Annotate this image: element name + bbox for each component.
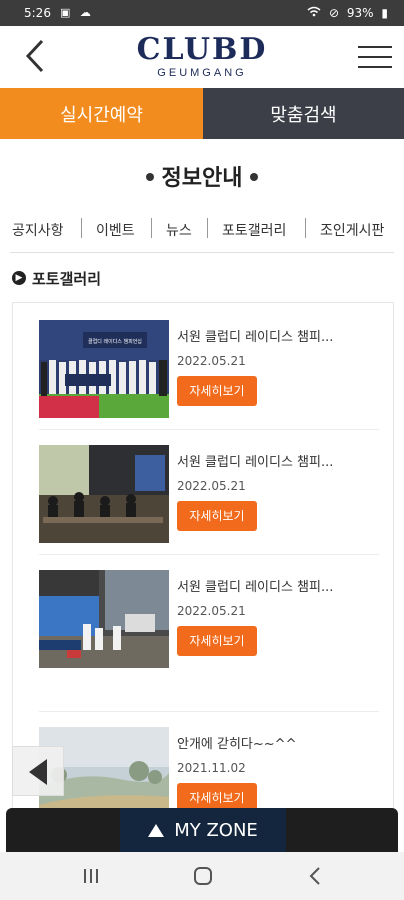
gallery-thumbnail[interactable] — [39, 570, 169, 668]
menu-line — [358, 56, 392, 58]
subnav-divider — [305, 218, 306, 238]
my-zone-bar: MY ZONE — [6, 808, 398, 852]
gallery-item-date: 2022.05.21 — [177, 604, 246, 618]
home-icon[interactable] — [194, 867, 212, 885]
bullet-dot-icon — [250, 173, 259, 181]
subnav-divider — [81, 218, 82, 238]
logo-main-text: CLUBD — [136, 32, 268, 67]
back-icon[interactable] — [308, 866, 322, 886]
subnav-news[interactable]: 뉴스 — [166, 220, 192, 240]
gallery-item[interactable]: 클럽디 레이디스 챔피언십 서원 클럽디 레이디스 챔피... 2022.05.… — [39, 320, 379, 420]
system-nav-bar — [0, 852, 404, 900]
dnd-icon: ⊘ — [329, 6, 340, 20]
page-title: 정보안내 — [0, 160, 404, 192]
banner-text: 클럽디 레이디스 챔피언십 — [88, 338, 142, 345]
view-details-button[interactable]: 자세히보기 — [177, 376, 257, 406]
chevron-right-circle-icon: ▶ — [12, 270, 26, 285]
gallery-item-date: 2021.11.02 — [177, 761, 246, 775]
logo-sub-text: GEUMGANG — [157, 67, 247, 79]
gallery-item[interactable]: 서원 클럽디 레이디스 챔피... 2022.05.21 자세히보기 — [39, 445, 379, 545]
subnav-notice[interactable]: 공지사항 — [12, 220, 64, 240]
breadcrumb: ▶ 포토갤러리 — [12, 268, 101, 289]
view-details-button[interactable]: 자세히보기 — [177, 501, 257, 531]
tab-realtime-reservation[interactable]: 실시간예약 — [0, 88, 203, 139]
sub-nav: 공지사항 이벤트 뉴스 포토갤러리 조인게시판 — [0, 214, 404, 246]
subnav-event[interactable]: 이벤트 — [96, 220, 135, 240]
photo-gallery-list: 클럽디 레이디스 챔피언십 서원 클럽디 레이디스 챔피... 2022.05.… — [12, 302, 394, 822]
triangle-up-icon — [148, 823, 165, 837]
my-zone-button[interactable]: MY ZONE — [120, 808, 286, 852]
status-time: 5:26 — [24, 6, 51, 20]
hamburger-menu-button[interactable] — [358, 46, 392, 70]
gallery-item-title[interactable]: 서원 클럽디 레이디스 챔피... — [177, 326, 333, 345]
gallery-thumbnail[interactable]: 클럽디 레이디스 챔피언십 — [39, 320, 169, 418]
subnav-divider — [151, 218, 152, 238]
chevron-left-icon — [25, 39, 44, 73]
list-separator — [39, 711, 379, 712]
notification-icons: ▣ ☁ — [60, 6, 94, 19]
gallery-item-title[interactable]: 서원 클럽디 레이디스 챔피... — [177, 576, 333, 595]
my-zone-label: MY ZONE — [174, 819, 258, 841]
gallery-thumbnail[interactable] — [39, 445, 169, 543]
menu-line — [358, 46, 392, 48]
gallery-item-date: 2022.05.21 — [177, 354, 246, 368]
prev-page-button[interactable] — [12, 746, 64, 796]
battery-icon: ▮ — [381, 6, 388, 20]
tab-custom-search[interactable]: 맞춤검색 — [203, 88, 404, 139]
triangle-left-icon — [29, 759, 47, 785]
recents-icon[interactable] — [82, 868, 100, 884]
page-title-text: 정보안내 — [161, 166, 243, 191]
gallery-item-title[interactable]: 안개에 갇히다~~^^ — [177, 733, 296, 752]
view-details-button[interactable]: 자세히보기 — [177, 626, 257, 656]
gallery-item[interactable]: 서원 클럽디 레이디스 챔피... 2022.05.21 자세히보기 — [39, 570, 379, 670]
club-logo[interactable]: CLUBD GEUMGANG — [120, 34, 284, 80]
list-separator — [39, 429, 379, 430]
app-header: CLUBD GEUMGANG — [0, 26, 404, 88]
breadcrumb-label: 포토갤러리 — [32, 270, 102, 288]
bullet-dot-icon — [145, 173, 154, 181]
list-separator — [39, 554, 379, 555]
subnav-join-board[interactable]: 조인게시판 — [320, 220, 384, 240]
top-tabs: 실시간예약 맞춤검색 — [0, 88, 404, 139]
divider — [10, 252, 394, 253]
status-right: ⊘ 93% ▮ — [303, 6, 388, 20]
battery-percent: 93% — [346, 6, 374, 20]
subnav-divider — [207, 218, 208, 238]
gallery-item-title[interactable]: 서원 클럽디 레이디스 챔피... — [177, 451, 333, 470]
gallery-item-date: 2022.05.21 — [177, 479, 246, 493]
menu-line — [358, 66, 392, 68]
back-button[interactable] — [22, 38, 48, 74]
subnav-photo-gallery[interactable]: 포토갤러리 — [222, 220, 286, 240]
wifi-icon — [307, 6, 325, 20]
status-bar: 5:26 ▣ ☁ ⊘ 93% ▮ — [0, 0, 404, 26]
